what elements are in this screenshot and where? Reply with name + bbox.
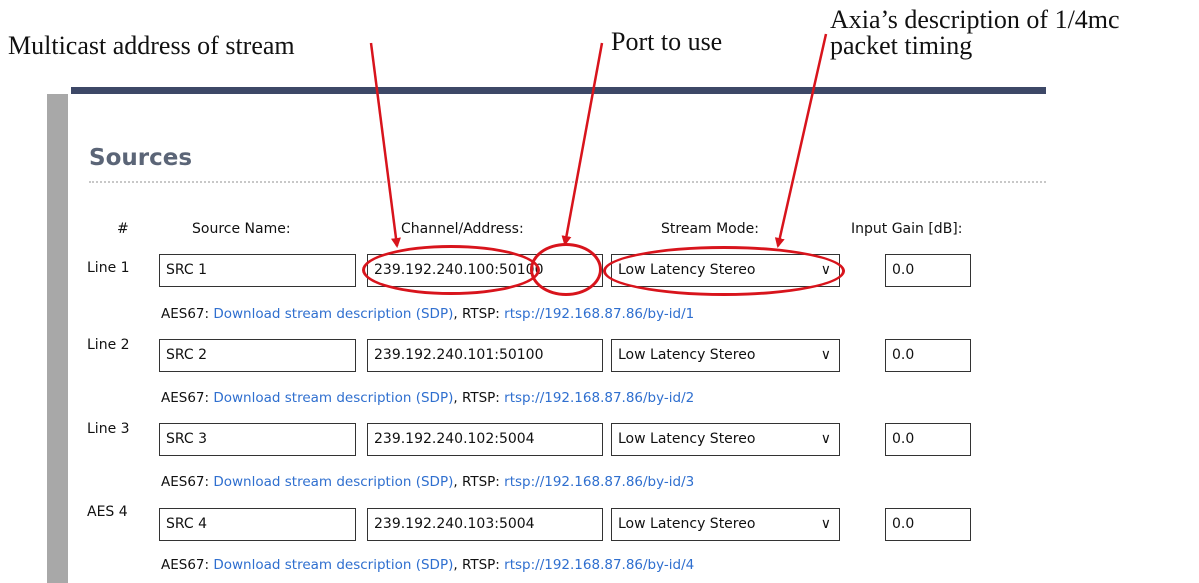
annotation-arrows bbox=[369, 33, 828, 248]
arrow-multicast bbox=[369, 42, 401, 248]
arrow-port bbox=[561, 42, 604, 246]
arrow-axia bbox=[774, 33, 828, 248]
